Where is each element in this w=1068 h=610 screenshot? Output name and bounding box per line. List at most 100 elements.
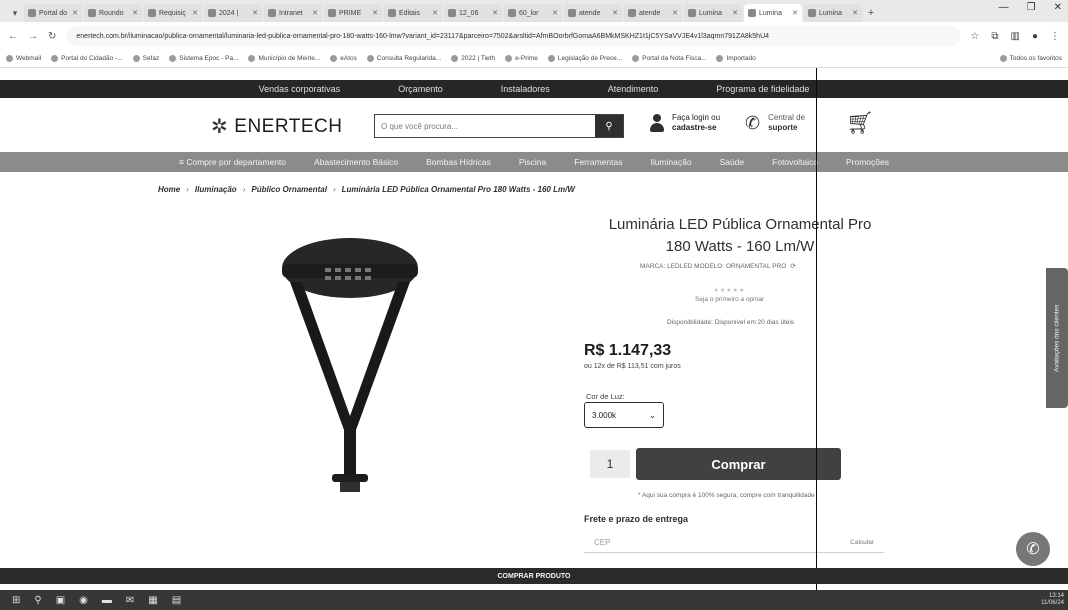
bookmark-item[interactable]: eAtos [330, 55, 357, 62]
breadcrumb-public-ornamental[interactable]: Público Ornamental [251, 185, 327, 194]
browser-tab[interactable]: 2024 | ✕ [204, 4, 262, 22]
browser-tab[interactable]: PRIME ✕ [324, 4, 382, 22]
quantity-field[interactable]: 1 [590, 450, 630, 478]
bookmark-item[interactable]: Importado [716, 55, 756, 62]
topnav-quote[interactable]: Orçamento [398, 84, 443, 94]
browser-tab[interactable]: 12_06 ✕ [444, 4, 502, 22]
browser-tab[interactable]: Lumina ✕ [684, 4, 742, 22]
color-select[interactable]: 3.000k ⌄ [584, 402, 664, 428]
calculate-link[interactable]: Calcular [850, 539, 874, 546]
forward-icon[interactable]: → [28, 31, 38, 42]
browser-tab[interactable]: 60_lor ✕ [504, 4, 562, 22]
cat-pool[interactable]: Piscina [519, 157, 546, 167]
browser-tab[interactable]: Lumina ✕ [744, 4, 802, 22]
excel-icon[interactable]: ▦ [148, 595, 157, 606]
bookmark-item[interactable]: Webmail [6, 55, 41, 62]
tab-close-icon[interactable]: ✕ [432, 9, 438, 17]
maximize-icon[interactable]: ❐ [1027, 2, 1036, 13]
browser-tab[interactable]: Intranet ✕ [264, 4, 322, 22]
tab-close-icon[interactable]: ✕ [252, 9, 258, 17]
share-icon[interactable]: ⟳ [790, 262, 795, 270]
tab-close-icon[interactable]: ✕ [852, 9, 858, 17]
clock[interactable]: 13:14 11/06/24 [1041, 593, 1064, 607]
bookmark-item[interactable]: Portal do Cidadão -... [51, 55, 123, 62]
task-view-icon[interactable]: ▣ [56, 595, 65, 606]
bookmark-item[interactable]: Portal da Nota Fisca... [632, 55, 706, 62]
browser-tab[interactable]: Portal do ✕ [24, 4, 82, 22]
tab-close-icon[interactable]: ✕ [672, 9, 678, 17]
tab-close-icon[interactable]: ✕ [492, 9, 498, 17]
extensions-icon[interactable]: ⧉ [991, 31, 998, 42]
tab-close-icon[interactable]: ✕ [552, 9, 558, 17]
app-icon[interactable]: ▤ [172, 595, 181, 606]
bookmark-star-icon[interactable]: ☆ [970, 31, 979, 42]
tab-close-icon[interactable]: ✕ [372, 9, 378, 17]
outlook-icon[interactable]: ✉ [126, 595, 134, 606]
product-image[interactable] [270, 230, 430, 520]
account-link[interactable]: Faça login ou cadastre-se [650, 113, 720, 133]
topnav-corporate[interactable]: Vendas corporativas [259, 84, 341, 94]
cat-water-pumps[interactable]: Bombas Hídricas [426, 157, 491, 167]
cat-promotions[interactable]: Promoções [846, 157, 889, 167]
bookmark-item[interactable]: Sefaz [132, 55, 159, 62]
bookmark-label: e-Prime [515, 55, 538, 62]
product-rating[interactable]: ★★★★★ Seja o primeiro a opinar [695, 287, 764, 303]
file-explorer-icon[interactable]: ▬ [102, 595, 112, 606]
bookmark-item[interactable]: Legislação de Prece... [547, 55, 622, 62]
cart-icon[interactable]: 🛒︎ [846, 110, 874, 136]
browser-tab[interactable]: Requisiç ✕ [144, 4, 202, 22]
topnav-installers[interactable]: Instaladores [501, 84, 550, 94]
sidebar-icon[interactable]: ▥ [1011, 31, 1020, 42]
url-field[interactable]: enertech.com.br/iluminacao/publica-ornam… [66, 26, 961, 46]
tab-close-icon[interactable]: ✕ [132, 9, 138, 17]
tab-close-icon[interactable]: ✕ [312, 9, 318, 17]
close-window-icon[interactable]: ✕ [1054, 2, 1062, 13]
search-input[interactable] [375, 115, 595, 137]
new-tab-icon[interactable]: + [864, 4, 878, 22]
tab-close-icon[interactable]: ✕ [732, 9, 738, 17]
search-button[interactable]: ⚲ [595, 115, 623, 137]
bookmark-item[interactable]: Sistema Epoc - Pa... [169, 55, 238, 62]
browser-tab[interactable]: atende ✕ [624, 4, 682, 22]
all-bookmarks[interactable]: Todos os favoritos [999, 55, 1062, 62]
bookmark-item[interactable]: Município de Meirle... [248, 55, 320, 62]
whatsapp-icon[interactable]: ✆ [1016, 532, 1050, 566]
buy-button[interactable]: Comprar [636, 448, 841, 480]
reload-icon[interactable]: ↻ [48, 31, 56, 42]
reviews-side-tab[interactable]: Avaliações dos clientes [1046, 268, 1068, 408]
bookmark-label: Webmail [16, 55, 42, 62]
tab-close-icon[interactable]: ✕ [612, 9, 618, 17]
topnav-loyalty[interactable]: Programa de fidelidade [716, 84, 809, 94]
windows-start-icon[interactable]: ⊞ [12, 595, 20, 606]
browser-tab[interactable]: atende ✕ [564, 4, 622, 22]
cat-solar[interactable]: Fotovoltaico [772, 157, 818, 167]
cat-lighting[interactable]: Iluminação [650, 157, 691, 167]
taskbar-search-icon[interactable]: ⚲ [34, 595, 41, 606]
menu-icon[interactable]: ⋮ [1050, 31, 1060, 42]
chrome-icon[interactable]: ◉ [79, 595, 88, 606]
tab-list-icon[interactable]: ▾ [8, 4, 22, 22]
sticky-buy-bar[interactable]: COMPRAR PRODUTO [0, 568, 1068, 584]
cat-departments[interactable]: ≡ Compre por departamento [179, 157, 286, 167]
breadcrumb-lighting[interactable]: Iluminação [195, 185, 237, 194]
browser-tab[interactable]: Lumina ✕ [804, 4, 862, 22]
bookmark-item[interactable]: 2022 | Tieth [451, 55, 495, 62]
topnav-support[interactable]: Atendimento [608, 84, 659, 94]
bookmark-item[interactable]: e-Prime [505, 55, 538, 62]
back-icon[interactable]: ← [8, 31, 18, 42]
browser-tab[interactable]: Roundo ✕ [84, 4, 142, 22]
tab-close-icon[interactable]: ✕ [72, 9, 78, 17]
cep-field[interactable]: CEP Calcular [584, 533, 884, 553]
tab-close-icon[interactable]: ✕ [192, 9, 198, 17]
tab-close-icon[interactable]: ✕ [792, 9, 798, 17]
bookmark-item[interactable]: Consulta Regularida... [366, 55, 441, 62]
cat-health[interactable]: Saúde [720, 157, 745, 167]
support-link[interactable]: ✆ Central de suporte [745, 113, 805, 133]
minimize-icon[interactable]: — [999, 2, 1009, 13]
breadcrumb-home[interactable]: Home [158, 185, 180, 194]
logo[interactable]: ✲ ENERTECH [211, 114, 342, 139]
profile-icon[interactable]: ● [1032, 31, 1038, 42]
cat-basic-supply[interactable]: Abastecimento Básico [314, 157, 398, 167]
browser-tab[interactable]: Editais ✕ [384, 4, 442, 22]
cat-tools[interactable]: Ferramentas [574, 157, 622, 167]
